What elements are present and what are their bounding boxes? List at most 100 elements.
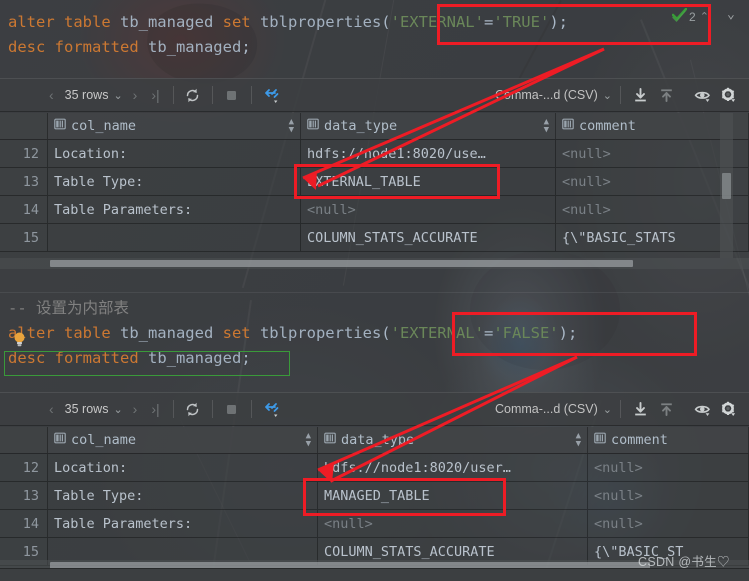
cell-col_name[interactable]: Table Type: (48, 482, 318, 509)
cell-col_name[interactable]: Location: (48, 140, 301, 167)
last-page-button[interactable]: ›| (144, 87, 166, 103)
gear-icon[interactable] (715, 396, 741, 422)
refresh-icon[interactable] (180, 82, 206, 108)
column-header-col_name[interactable]: col_name ▲ ▼ (48, 113, 301, 139)
cell-data_type[interactable]: COLUMN_STATS_ACCURATE (301, 224, 556, 251)
eye-icon[interactable] (689, 82, 715, 108)
code-token-id: tb_managed (119, 324, 223, 342)
intention-bulb-icon[interactable] (13, 332, 26, 347)
cell-data_type[interactable]: hdfs://node1:8020/use… (301, 140, 556, 167)
upload-icon[interactable] (653, 396, 679, 422)
prev-page-button[interactable]: ‹ (42, 87, 61, 103)
transpose-icon[interactable] (258, 396, 284, 422)
cell-col_name[interactable]: Table Parameters: (48, 510, 318, 537)
column-header-data_type[interactable]: data_type ▲ ▼ (318, 427, 588, 453)
sort-toggle-icon[interactable]: ▲ ▼ (300, 432, 311, 449)
transpose-icon[interactable] (258, 82, 284, 108)
sort-toggle-icon[interactable]: ▲ ▼ (283, 118, 294, 135)
row-number: 12 (0, 140, 48, 167)
code-token-id: tb_managed (147, 38, 242, 56)
table-row[interactable]: 14 Table Parameters: <null> <null> (0, 510, 749, 538)
code-token-pun: ( (381, 13, 391, 31)
sql-editor-bottom[interactable]: -- 设置为内部表 alter table tb_managed set tblp… (0, 296, 749, 371)
inspection-status-badge[interactable]: 2 ⌃ (671, 7, 709, 25)
inspection-count: 2 (689, 9, 696, 24)
upload-icon[interactable] (653, 82, 679, 108)
chevron-down-icon: ⌄ (113, 90, 123, 102)
code-token-pun: = (483, 324, 494, 342)
bottom-status-bar (0, 568, 749, 581)
table-row[interactable]: 12 Location: hdfs://node1:8020/user… <null> (0, 454, 749, 482)
column-header-data_type[interactable]: data_type ▲ ▼ (301, 113, 556, 139)
code-token-kw: set (222, 13, 260, 31)
row-number: 13 (0, 168, 48, 195)
cell-data_type[interactable]: EXTERNAL_TABLE (301, 168, 556, 195)
table-row[interactable]: 14 Table Parameters: <null> <null> (0, 196, 749, 224)
cell-col_name[interactable] (48, 224, 301, 251)
download-icon[interactable] (627, 396, 653, 422)
toolbar-separator (250, 400, 252, 418)
code-line: desc formatted tb_managed; (8, 35, 749, 60)
column-header-comment[interactable]: comment (588, 427, 749, 453)
prev-page-button[interactable]: ‹ (42, 401, 61, 417)
grid-top-vertical-scrollbar[interactable] (720, 113, 733, 258)
cell-data_type[interactable]: hdfs://node1:8020/user… (318, 454, 588, 481)
next-page-button[interactable]: › (126, 87, 145, 103)
column-header-col_name[interactable]: col_name ▲ ▼ (48, 427, 318, 453)
row-number: 14 (0, 196, 48, 223)
chevron-down-icon: ⌄ (602, 90, 612, 102)
code-token-str: 'EXTERNAL' (390, 324, 484, 342)
sql-editor-top[interactable]: alter table tb_managed set tblproperties… (0, 10, 749, 60)
output-format-dropdown[interactable]: Comma-...d (CSV) ⌄ (493, 402, 614, 416)
result-grid-bottom[interactable]: col_name ▲ ▼ data_type ▲ ▼ comment 12 Location: h… (0, 427, 749, 569)
gear-icon[interactable] (715, 82, 741, 108)
row-number: 13 (0, 482, 48, 509)
table-row[interactable]: 12 Location: hdfs://node1:8020/use… <null> (0, 140, 749, 168)
result-toolbar-top[interactable]: ‹ 35 rows ⌄ › ›| Comma-...d (CSV) ⌄ (0, 78, 749, 112)
grid-top-horizontal-scrollbar[interactable] (0, 258, 749, 269)
cell-col_name[interactable]: Table Parameters: (48, 196, 301, 223)
table-row[interactable]: 13 Table Type: EXTERNAL_TABLE <null> (0, 168, 749, 196)
output-format-label: Comma-...d (CSV) (494, 88, 598, 102)
cell-data_type[interactable]: <null> (318, 510, 588, 537)
chevron-down-icon[interactable]: ⌄ (727, 7, 735, 22)
table-row[interactable]: 13 Table Type: MANAGED_TABLE <null> (0, 482, 749, 510)
cell-comment[interactable]: <null> (588, 454, 749, 481)
row-count-dropdown[interactable]: 35 rows ⌄ (61, 402, 126, 416)
result-toolbar-bottom[interactable]: ‹ 35 rows ⌄ › ›| Comma-...d (CSV) ⌄ (0, 392, 749, 426)
result-grid-top[interactable]: col_name ▲ ▼ data_type ▲ ▼ comment 12 Location: h… (0, 113, 749, 258)
cell-data_type[interactable]: MANAGED_TABLE (318, 482, 588, 509)
code-token-id: tblproperties (259, 324, 382, 342)
cell-comment[interactable]: <null> (588, 510, 749, 537)
table-row[interactable]: 15 COLUMN_STATS_ACCURATE {\"BASIC_STATS (0, 224, 749, 252)
download-icon[interactable] (627, 82, 653, 108)
toolbar-separator (211, 86, 213, 104)
green-check-icon (671, 7, 688, 25)
cell-col_name[interactable]: Location: (48, 454, 318, 481)
stop-icon[interactable] (219, 396, 245, 422)
eye-icon[interactable] (689, 396, 715, 422)
next-page-button[interactable]: › (126, 401, 145, 417)
stop-icon[interactable] (219, 82, 245, 108)
sort-toggle-icon[interactable]: ▲ ▼ (538, 118, 549, 135)
refresh-icon[interactable] (180, 396, 206, 422)
sort-toggle-icon[interactable]: ▲ ▼ (570, 432, 581, 449)
cell-col_name[interactable]: Table Type: (48, 168, 301, 195)
code-token-pun: ) (558, 324, 568, 342)
editor-divider (0, 292, 749, 293)
column-icon (54, 118, 66, 134)
code-line: alter table tb_managed set tblproperties… (8, 321, 749, 346)
output-format-dropdown[interactable]: Comma-...d (CSV) ⌄ (493, 88, 614, 102)
column-icon (307, 118, 319, 134)
cell-data_type[interactable]: <null> (301, 196, 556, 223)
column-icon (324, 432, 336, 448)
code-token-str: 'EXTERNAL' (390, 13, 484, 31)
cell-comment[interactable]: <null> (588, 482, 749, 509)
code-token-id: tblproperties (259, 13, 382, 31)
last-page-button[interactable]: ›| (144, 401, 166, 417)
column-header-label: comment (611, 432, 668, 448)
toolbar-separator (172, 86, 174, 104)
chevron-up-icon[interactable]: ⌃ (700, 10, 709, 23)
toolbar-separator (172, 400, 174, 418)
row-count-dropdown[interactable]: 35 rows ⌄ (61, 88, 126, 102)
